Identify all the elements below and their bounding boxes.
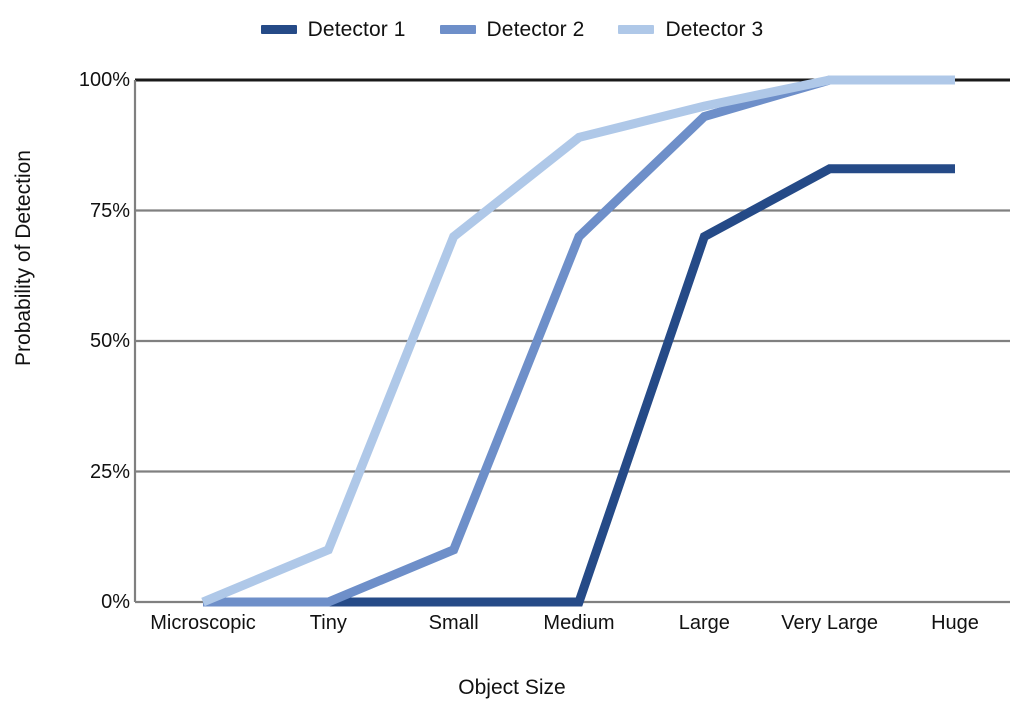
y-tick-label-50pct: 50% <box>89 330 130 352</box>
plot-area: 0% 25% 50% 75% 100% Microscopic Tiny Small Medi… <box>0 0 1024 728</box>
x-tick-label-huge: Huge <box>931 612 979 634</box>
y-axis-title: Probability of Detection <box>11 150 35 366</box>
x-tick-label-medium: Medium <box>543 612 615 634</box>
x-axis-tick-labels: Microscopic Tiny Small Medium Large Very Larg… <box>0 612 1024 646</box>
y-tick-label-100pct: 100% <box>78 69 130 91</box>
x-tick-label-small: Small <box>428 612 479 634</box>
x-tick-label-very-large: Very Large <box>781 612 879 634</box>
x-tick-label-tiny: Tiny <box>309 612 347 634</box>
x-tick-label-large: Large <box>678 612 730 634</box>
x-tick-label-microscopic: Microscopic <box>150 612 256 634</box>
x-axis-title: Object Size <box>458 676 566 699</box>
detection-probability-chart: Detector 1 Detector 2 Detector 3 0% 25% 50… <box>0 0 1024 728</box>
y-axis-title-container: Probability of Detection <box>0 150 244 366</box>
y-tick-label-75pct: 75% <box>89 199 130 222</box>
y-tick-label-0pct: 0% <box>101 591 130 613</box>
y-tick-label-25pct: 25% <box>89 460 130 483</box>
